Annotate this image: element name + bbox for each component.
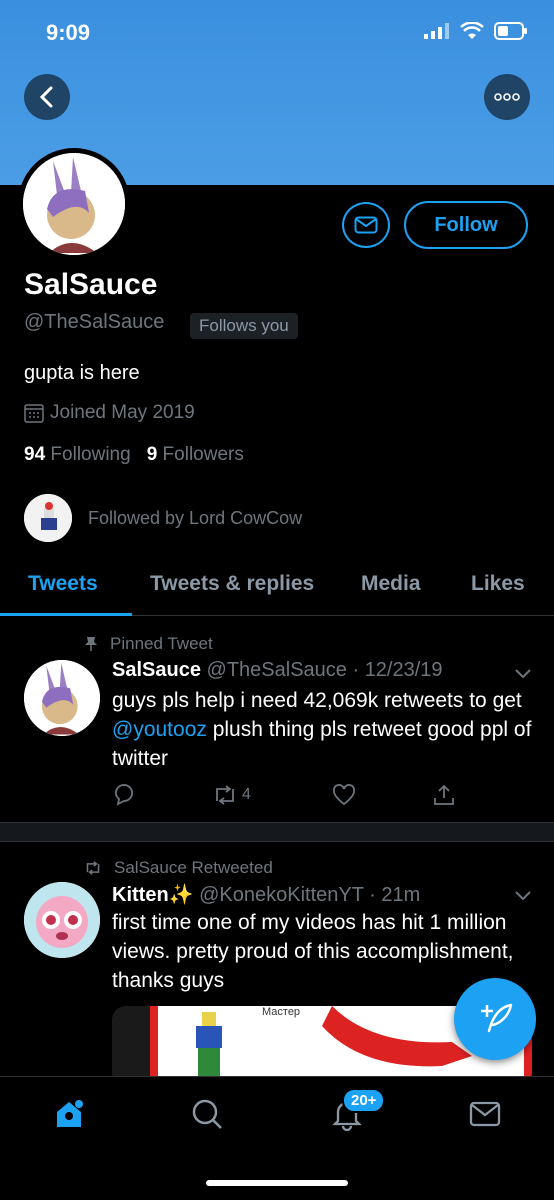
retweet-count: 4 bbox=[242, 786, 251, 803]
more-options-button[interactable] bbox=[484, 74, 530, 120]
status-time: 9:09 bbox=[46, 20, 91, 45]
tab-tweets[interactable]: Tweets bbox=[28, 572, 98, 596]
tab-tweets-replies[interactable]: Tweets & replies bbox=[150, 572, 314, 596]
tweet-avatar-image bbox=[24, 882, 100, 958]
chevron-left-icon bbox=[39, 86, 53, 108]
follows-you-badge: Follows you bbox=[190, 313, 298, 339]
like-action[interactable] bbox=[332, 784, 432, 806]
following-stat[interactable]: 94 Following bbox=[24, 444, 131, 466]
tab-likes[interactable]: Likes bbox=[471, 572, 525, 596]
more-icon bbox=[494, 93, 520, 101]
wifi-icon bbox=[460, 22, 484, 39]
following-label: Following bbox=[50, 444, 131, 465]
media-caption: Мастер bbox=[262, 1006, 301, 1018]
tweet-text-start: guys pls help i need 42,069k retweets to… bbox=[112, 689, 522, 712]
followed-by-text: Followed by Lord CowCow bbox=[88, 507, 303, 528]
tweet-mention[interactable]: @youtooz bbox=[112, 718, 207, 741]
follower-avatar-image bbox=[24, 494, 72, 542]
profile-display-name: SalSauce bbox=[24, 268, 158, 301]
tweet-avatar-image bbox=[24, 660, 100, 736]
profile-bio: gupta is here bbox=[24, 362, 140, 384]
tweet-divider bbox=[0, 822, 554, 842]
profile-handle: @TheSalSauce bbox=[24, 311, 165, 333]
tweet-actions: 4 bbox=[112, 784, 472, 806]
back-button[interactable] bbox=[24, 74, 70, 120]
tab-media[interactable]: Media bbox=[361, 572, 421, 596]
share-icon bbox=[434, 784, 454, 805]
tweet-date: 21m bbox=[381, 884, 421, 906]
profile-avatar[interactable] bbox=[18, 148, 130, 260]
envelope-icon bbox=[469, 1101, 501, 1127]
following-count: 94 bbox=[24, 444, 46, 465]
signal-icon bbox=[424, 23, 449, 39]
tweet-text: first time one of my videos has hit 1 mi… bbox=[112, 911, 514, 992]
home-icon bbox=[57, 1100, 83, 1127]
nav-home[interactable] bbox=[52, 1097, 86, 1136]
reply-action[interactable] bbox=[112, 784, 212, 806]
followers-stat[interactable]: 9 Followers bbox=[147, 444, 244, 466]
chevron-down-icon[interactable] bbox=[514, 890, 532, 902]
message-button[interactable] bbox=[342, 202, 390, 248]
tweet-context-text: SalSauce Retweeted bbox=[114, 858, 273, 877]
calendar-icon bbox=[24, 404, 44, 423]
heart-icon bbox=[333, 784, 355, 806]
tweet-avatar[interactable] bbox=[24, 882, 100, 958]
tweet-author-handle: @TheSalSauce bbox=[206, 659, 347, 681]
tweet-context-text: Pinned Tweet bbox=[110, 634, 213, 653]
nav-messages[interactable] bbox=[468, 1097, 502, 1136]
battery-icon bbox=[494, 22, 527, 40]
avatar-image bbox=[23, 153, 125, 255]
profile-tabs: Tweets Tweets & replies Media Likes bbox=[0, 558, 554, 616]
tweet-header: SalSauce @TheSalSauce · 12/23/19 bbox=[112, 659, 443, 681]
reply-icon bbox=[115, 784, 133, 806]
follow-button[interactable]: Follow bbox=[404, 201, 528, 249]
notifications-badge: 20+ bbox=[342, 1088, 386, 1113]
chevron-down-icon[interactable] bbox=[514, 668, 532, 680]
compose-icon bbox=[481, 1003, 513, 1033]
retweet-icon bbox=[86, 861, 100, 875]
follower-avatar bbox=[24, 494, 72, 542]
home-indicator[interactable] bbox=[206, 1180, 348, 1186]
status-bar: 9:09 bbox=[0, 0, 554, 64]
tweet-context: Pinned Tweet bbox=[84, 634, 213, 654]
nav-search[interactable] bbox=[190, 1097, 224, 1136]
followers-count: 9 bbox=[146, 444, 158, 465]
followed-by[interactable]: Followed by Lord CowCow bbox=[24, 494, 302, 542]
tweet-author-name[interactable]: SalSauce bbox=[112, 659, 201, 681]
retweet-icon bbox=[216, 785, 234, 805]
tweet-date: 12/23/19 bbox=[364, 659, 443, 681]
tweet-text: guys pls help i need 42,069k retweets to… bbox=[112, 686, 532, 773]
joined-text: Joined May 2019 bbox=[50, 402, 195, 423]
tweet-author-name[interactable]: Kitten✨ bbox=[112, 884, 194, 906]
pin-icon bbox=[85, 637, 97, 651]
joined-date: Joined May 2019 bbox=[24, 402, 195, 424]
envelope-icon bbox=[354, 216, 378, 234]
share-action[interactable] bbox=[432, 784, 456, 806]
tweet-pinned[interactable]: Pinned Tweet SalSauce @TheSalSauce · 12/… bbox=[0, 616, 554, 822]
follow-stats: 94 Following 9 Followers bbox=[24, 444, 244, 466]
tweet-avatar[interactable] bbox=[24, 660, 100, 736]
search-icon bbox=[192, 1099, 222, 1129]
tweet-context: SalSauce Retweeted bbox=[84, 858, 273, 878]
status-icons bbox=[424, 22, 528, 40]
tweet-author-handle: @KonekoKittenYT bbox=[199, 884, 364, 906]
compose-tweet-button[interactable] bbox=[454, 978, 536, 1060]
tweet-header: Kitten✨ @KonekoKittenYT · 21m bbox=[112, 884, 421, 906]
retweet-action[interactable]: 4 bbox=[212, 785, 332, 805]
followers-label: Followers bbox=[162, 444, 244, 465]
